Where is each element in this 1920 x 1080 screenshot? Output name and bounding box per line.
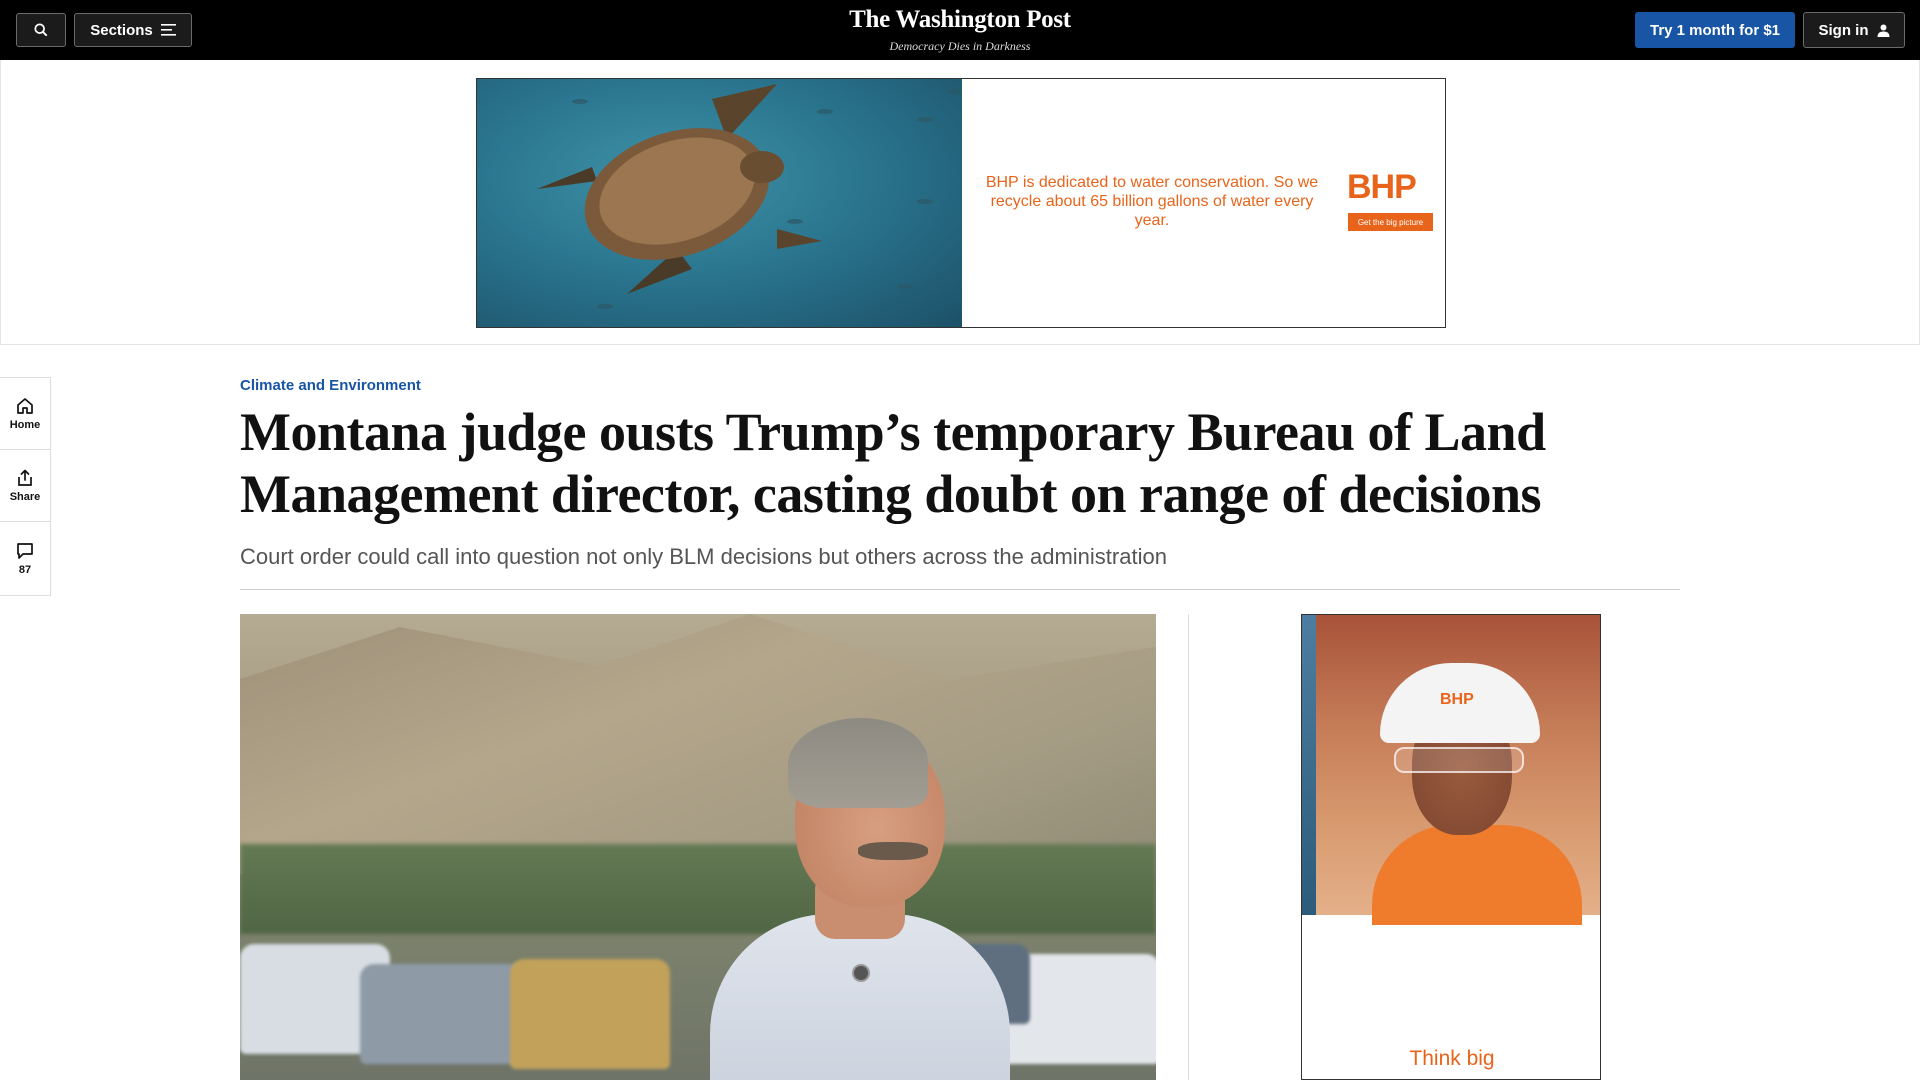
sections-button[interactable]: Sections xyxy=(74,13,192,47)
turtle-illustration xyxy=(537,84,822,294)
top-nav-bar: Sections The Washington Post Democracy D… xyxy=(0,0,1920,60)
search-button[interactable] xyxy=(16,13,66,47)
share-icon xyxy=(18,469,32,486)
header-divider xyxy=(240,589,1680,590)
article-subheadline: Court order could call into question not… xyxy=(240,544,1167,569)
rail-comments-count: 87 xyxy=(18,563,32,576)
sections-label: Sections xyxy=(90,21,153,39)
rail-share-label: Share xyxy=(9,490,41,503)
site-tagline: Democracy Dies in Darkness xyxy=(889,39,1031,53)
top-banner-ad[interactable]: BHP is dedicated to water conservation. … xyxy=(476,78,1446,328)
search-icon xyxy=(34,23,48,37)
rail-home-label: Home xyxy=(9,418,41,431)
sign-in-button[interactable]: Sign in xyxy=(1803,12,1905,48)
top-ad-container: BHP is dedicated to water conservation. … xyxy=(0,60,1920,345)
rail-share-button[interactable]: Share xyxy=(0,450,50,522)
menu-icon xyxy=(160,24,176,36)
bhp-logo: BHP xyxy=(1347,168,1417,206)
subscribe-button[interactable]: Try 1 month for $1 xyxy=(1635,12,1795,48)
hat-logo: BHP xyxy=(1440,691,1474,708)
ad-copy-panel: BHP is dedicated to water conservation. … xyxy=(962,79,1445,327)
ad-slogan: Think big xyxy=(1409,1047,1495,1070)
lead-photo[interactable] xyxy=(240,614,1156,1080)
section-kicker-link[interactable]: Climate and Environment xyxy=(240,377,421,394)
comment-icon xyxy=(17,542,33,559)
rail-comments-button[interactable]: 87 xyxy=(0,522,50,595)
site-logo[interactable]: The Washington Post xyxy=(760,6,1160,34)
worker-photo: BHP xyxy=(1302,615,1600,925)
sea-turtle-image xyxy=(477,79,962,327)
home-icon xyxy=(17,397,33,414)
side-ad[interactable]: BHP Think big xyxy=(1301,614,1601,1080)
ad-copy-text: BHP is dedicated to water conservation. … xyxy=(985,174,1319,229)
article-headline: Montana judge ousts Trump’s temporary Bu… xyxy=(240,402,1546,524)
column-divider xyxy=(1188,614,1189,1080)
masthead[interactable]: The Washington Post Democracy Dies in Da… xyxy=(760,6,1160,54)
sign-in-label: Sign in xyxy=(1818,21,1869,39)
user-icon xyxy=(1877,24,1889,37)
left-action-rail: Home Share 87 xyxy=(0,377,51,596)
rail-home-button[interactable]: Home xyxy=(0,378,50,450)
ad-cta-button[interactable]: Get the big picture xyxy=(1348,213,1433,231)
